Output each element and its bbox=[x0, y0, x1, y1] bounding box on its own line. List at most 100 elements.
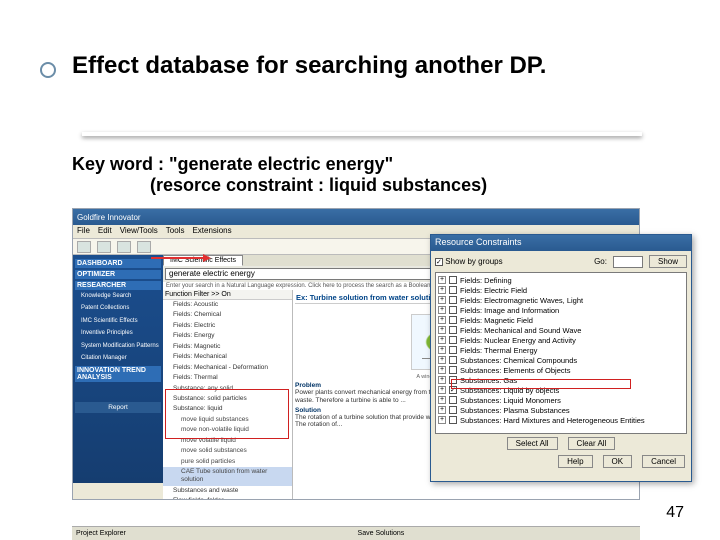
ok-button[interactable]: OK bbox=[603, 455, 633, 468]
result-item[interactable]: Fields: Energy bbox=[163, 331, 292, 341]
cancel-button[interactable]: Cancel bbox=[642, 455, 685, 468]
expand-icon[interactable]: + bbox=[438, 386, 446, 394]
sidebar-researcher[interactable]: RESEARCHER bbox=[75, 281, 161, 290]
menu-file[interactable]: File bbox=[77, 226, 90, 237]
sidebar-optimizer[interactable]: OPTIMIZER bbox=[75, 270, 161, 279]
tree-checkbox[interactable] bbox=[449, 346, 457, 354]
result-item[interactable]: Substance: any solid bbox=[163, 384, 292, 394]
result-item[interactable]: Substance: liquid bbox=[163, 404, 292, 414]
toolbar-btn[interactable] bbox=[77, 241, 91, 253]
expand-icon[interactable]: + bbox=[438, 326, 446, 334]
status-left[interactable]: Project Explorer bbox=[76, 530, 126, 537]
toolbar-btn[interactable] bbox=[137, 241, 151, 253]
tree-checkbox[interactable] bbox=[449, 316, 457, 324]
tree-item[interactable]: + Fields: Electromagnetic Waves, Light bbox=[438, 295, 684, 305]
result-item[interactable]: Substances and waste bbox=[163, 486, 292, 496]
tree-item[interactable]: +Fields: Electric Field bbox=[438, 285, 684, 295]
menu-view[interactable]: View/Tools bbox=[120, 226, 158, 237]
expand-icon[interactable]: + bbox=[438, 416, 446, 424]
tree-item[interactable]: +Substances: Gas bbox=[438, 375, 684, 385]
toolbar-btn[interactable] bbox=[97, 241, 111, 253]
sidebar-trend[interactable]: INNOVATION TREND ANALYSIS bbox=[75, 366, 161, 382]
tree-item[interactable]: +Fields: Mechanical and Sound Wave bbox=[438, 325, 684, 335]
tree-checkbox[interactable] bbox=[449, 286, 457, 294]
expand-icon[interactable]: + bbox=[438, 336, 446, 344]
result-item[interactable]: pure solid particles bbox=[163, 457, 292, 467]
tree-item[interactable]: +Fields: Thermal Energy bbox=[438, 345, 684, 355]
result-item[interactable]: Fields: Acoustic bbox=[163, 300, 292, 310]
tree-item[interactable]: +Substances: Elements of Objects bbox=[438, 365, 684, 375]
expand-icon[interactable]: + bbox=[438, 396, 446, 404]
go-input[interactable] bbox=[613, 256, 643, 268]
menu-edit[interactable]: Edit bbox=[98, 226, 112, 237]
tree-checkbox[interactable] bbox=[449, 406, 457, 414]
sidebar-item[interactable]: Patent Collections bbox=[75, 302, 161, 314]
expand-icon[interactable]: + bbox=[438, 366, 446, 374]
menu-tools[interactable]: Tools bbox=[166, 226, 185, 237]
expand-icon[interactable]: + bbox=[438, 296, 446, 304]
menu-ext[interactable]: Extensions bbox=[192, 226, 231, 237]
result-item-selected[interactable]: CAE Tube solution from water solution bbox=[163, 467, 292, 486]
tree-checkbox[interactable] bbox=[449, 396, 457, 404]
expand-icon[interactable]: + bbox=[438, 376, 446, 384]
tree-item[interactable]: +Substances: Hard Mixtures and Heterogen… bbox=[438, 415, 684, 425]
tree-checkbox[interactable] bbox=[449, 386, 457, 394]
tree-checkbox[interactable] bbox=[449, 326, 457, 334]
clear-all-button[interactable]: Clear All bbox=[568, 437, 616, 450]
result-item[interactable]: move liquid substances bbox=[163, 415, 292, 425]
sidebar-item[interactable]: Citation Manager bbox=[75, 352, 161, 364]
tree-item[interactable]: +Substances: Chemical Compounds bbox=[438, 355, 684, 365]
tree-checkbox[interactable] bbox=[449, 376, 457, 384]
expand-icon[interactable]: + bbox=[438, 406, 446, 414]
toolbar-btn[interactable] bbox=[117, 241, 131, 253]
result-item[interactable]: Fields: Thermal bbox=[163, 373, 292, 383]
result-item[interactable]: Substance: solid particles bbox=[163, 394, 292, 404]
sidebar-item[interactable]: Inventive Principles bbox=[75, 327, 161, 339]
tree-label: Fields: Electromagnetic Waves, Light bbox=[460, 296, 583, 305]
expand-icon[interactable]: + bbox=[438, 276, 446, 284]
expand-icon[interactable]: + bbox=[438, 306, 446, 314]
sidebar-item[interactable]: IMC Scientific Effects bbox=[75, 315, 161, 327]
result-item[interactable]: Fields: Chemical bbox=[163, 310, 292, 320]
select-all-button[interactable]: Select All bbox=[507, 437, 558, 450]
tree-checkbox[interactable] bbox=[449, 276, 457, 284]
tree-label: Substances: Liquid by objects bbox=[460, 386, 559, 395]
result-item[interactable]: move non-volatile liquid bbox=[163, 425, 292, 435]
tree-checkbox[interactable] bbox=[449, 416, 457, 424]
tree-item[interactable]: + Substances: Liquid Monomers bbox=[438, 395, 684, 405]
show-groups-checkbox[interactable]: Show by groups bbox=[435, 257, 503, 266]
tree-checkbox[interactable] bbox=[449, 366, 457, 374]
result-item[interactable]: move solid substances bbox=[163, 446, 292, 456]
result-item[interactable]: move volatile liquid bbox=[163, 436, 292, 446]
expand-icon[interactable]: + bbox=[438, 286, 446, 294]
result-item[interactable]: Fields: Mechanical - Deformation bbox=[163, 363, 292, 373]
report-button[interactable]: Report bbox=[75, 402, 161, 413]
show-button[interactable]: Show bbox=[649, 255, 687, 268]
expand-icon[interactable]: + bbox=[438, 316, 446, 324]
tree-item[interactable]: + Fields: Image and Information bbox=[438, 305, 684, 315]
tree-item[interactable]: +Fields: Nuclear Energy and Activity bbox=[438, 335, 684, 345]
expand-icon[interactable]: + bbox=[438, 356, 446, 364]
tree-checkbox[interactable] bbox=[449, 356, 457, 364]
tree-checkbox[interactable] bbox=[449, 306, 457, 314]
result-item[interactable]: Fields: Magnetic bbox=[163, 342, 292, 352]
tree-label: Fields: Image and Information bbox=[460, 306, 559, 315]
constraints-tree[interactable]: +Fields: Defining+Fields: Electric Field… bbox=[435, 272, 687, 434]
tree-checkbox[interactable] bbox=[449, 336, 457, 344]
tree-item[interactable]: +Fields: Defining bbox=[438, 275, 684, 285]
help-button[interactable]: Help bbox=[558, 455, 592, 468]
sidebar-dashboard[interactable]: DASHBOARD bbox=[75, 259, 161, 268]
tree-checkbox[interactable] bbox=[449, 296, 457, 304]
function-filter-header[interactable]: Function Filter >> On bbox=[163, 290, 292, 300]
result-item[interactable]: Fields: Mechanical bbox=[163, 352, 292, 362]
sidebar-item[interactable]: System Modification Patterns bbox=[75, 340, 161, 352]
expand-icon[interactable]: + bbox=[438, 346, 446, 354]
tree-item[interactable]: + Substances: Liquid by objects bbox=[438, 385, 684, 395]
tree-label: Substances: Liquid Monomers bbox=[460, 396, 561, 405]
result-item[interactable]: Fields: Electric bbox=[163, 321, 292, 331]
status-mid[interactable]: Save Solutions bbox=[358, 530, 405, 537]
sidebar-item[interactable]: Knowledge Search bbox=[75, 290, 161, 302]
tree-item[interactable]: +Substances: Plasma Substances bbox=[438, 405, 684, 415]
result-item[interactable]: Flow fields, folder bbox=[163, 496, 292, 500]
tree-item[interactable]: +Fields: Magnetic Field bbox=[438, 315, 684, 325]
